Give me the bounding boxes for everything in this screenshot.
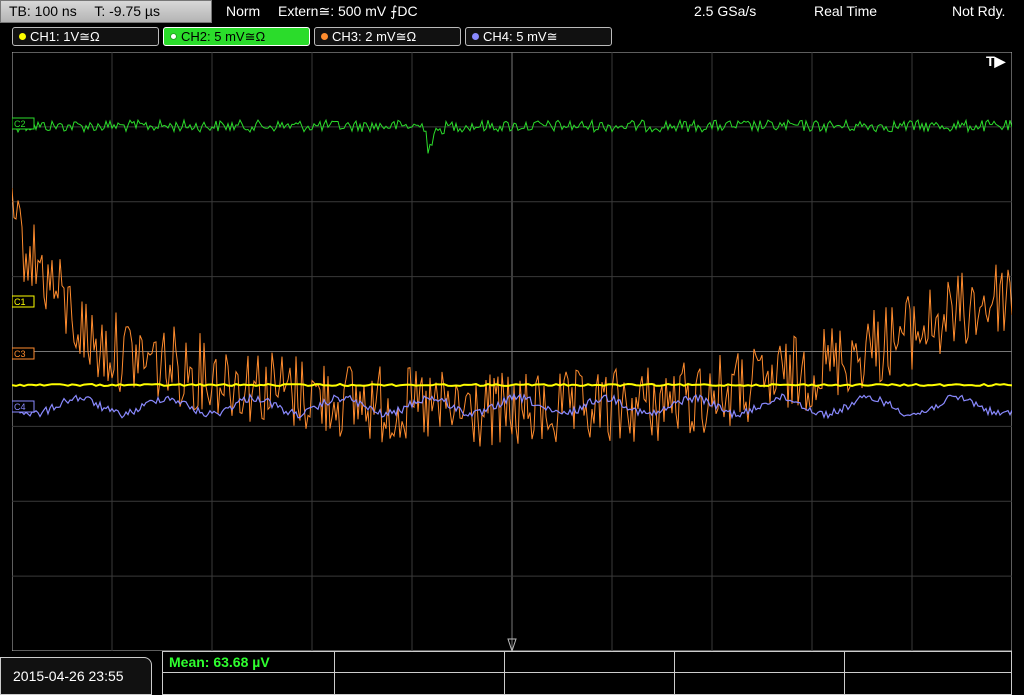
channel-1-marker-label: C1 <box>14 297 26 307</box>
channel-4-label: CH4: 5 mV≅ <box>483 29 558 44</box>
measurement-panel[interactable]: Mean: 63.68 µV <box>162 651 1012 695</box>
measurement-cell-8[interactable] <box>505 673 675 694</box>
channel-3-marker-label: C3 <box>14 349 26 359</box>
sample-rate: 2.5 GSa/s <box>694 3 757 19</box>
timestamp: 2015-04-26 23:55 <box>0 657 152 695</box>
channel-4-button[interactable]: CH4: 5 mV≅ <box>465 27 612 46</box>
channel-1-dot-icon <box>19 33 26 40</box>
channel-1-trace <box>12 382 1012 388</box>
measurement-cell-10[interactable] <box>845 673 1011 694</box>
measurement-cell-5[interactable] <box>845 652 1011 673</box>
channel-4-marker: C4 <box>12 400 35 413</box>
measurement-cell-7[interactable] <box>335 673 505 694</box>
measurement-cell-6[interactable] <box>163 673 335 694</box>
trigger-position-icon: T▶ <box>986 53 1007 69</box>
bottom-bar: 2015-04-26 23:55 Mean: 63.68 µV <box>0 651 1024 695</box>
measurement-cell-3[interactable] <box>505 652 675 673</box>
timebase-value: TB: 100 ns <box>9 3 77 19</box>
measurement-cell-mean[interactable]: Mean: 63.68 µV <box>163 652 335 673</box>
acquisition-mode[interactable]: Real Time <box>814 0 877 23</box>
channel-2-label: CH2: 5 mV≅Ω <box>181 29 266 44</box>
measurement-cell-9[interactable] <box>675 673 845 694</box>
timebase-box[interactable]: TB: 100 ns T: -9.75 µs <box>0 0 212 23</box>
channel-4-marker-label: C4 <box>14 402 26 412</box>
channel-3-marker: C3 <box>12 347 35 360</box>
channel-1-label: CH1: 1V≅Ω <box>30 29 100 44</box>
acquisition-status: Not Rdy. <box>952 3 1006 19</box>
waveform-canvas[interactable]: C2 C1 C3 C4 T▶ <box>12 52 1012 651</box>
channel-2-marker: C2 <box>12 117 35 130</box>
channel-bar: CH1: 1V≅Ω CH2: 5 mV≅Ω CH3: 2 mV≅Ω CH4: 5… <box>0 26 1024 48</box>
measurement-cell-4[interactable] <box>675 652 845 673</box>
channel-2-button[interactable]: CH2: 5 mV≅Ω <box>163 27 310 46</box>
channel-2-dot-icon <box>170 33 177 40</box>
channel-1-marker: C1 <box>12 295 35 308</box>
trigger-mode[interactable]: Norm <box>226 0 260 23</box>
measurement-cell-2[interactable] <box>335 652 505 673</box>
mean-measurement: Mean: 63.68 µV <box>169 654 270 670</box>
channel-3-label: CH3: 2 mV≅Ω <box>332 29 417 44</box>
waveform-display[interactable]: C2 C1 C3 C4 T▶ <box>12 52 1012 651</box>
channel-1-button[interactable]: CH1: 1V≅Ω <box>12 27 159 46</box>
trigger-source[interactable]: Extern≅: 500 mV ⨍DC <box>278 0 418 23</box>
channel-3-button[interactable]: CH3: 2 mV≅Ω <box>314 27 461 46</box>
trigger-offset-value: T: -9.75 µs <box>94 3 160 19</box>
channel-3-dot-icon <box>321 33 328 40</box>
top-status-bar: TB: 100 ns T: -9.75 µs Norm Extern≅: 500… <box>0 0 1024 25</box>
channel-2-marker-label: C2 <box>14 119 26 129</box>
channel-4-dot-icon <box>472 33 479 40</box>
